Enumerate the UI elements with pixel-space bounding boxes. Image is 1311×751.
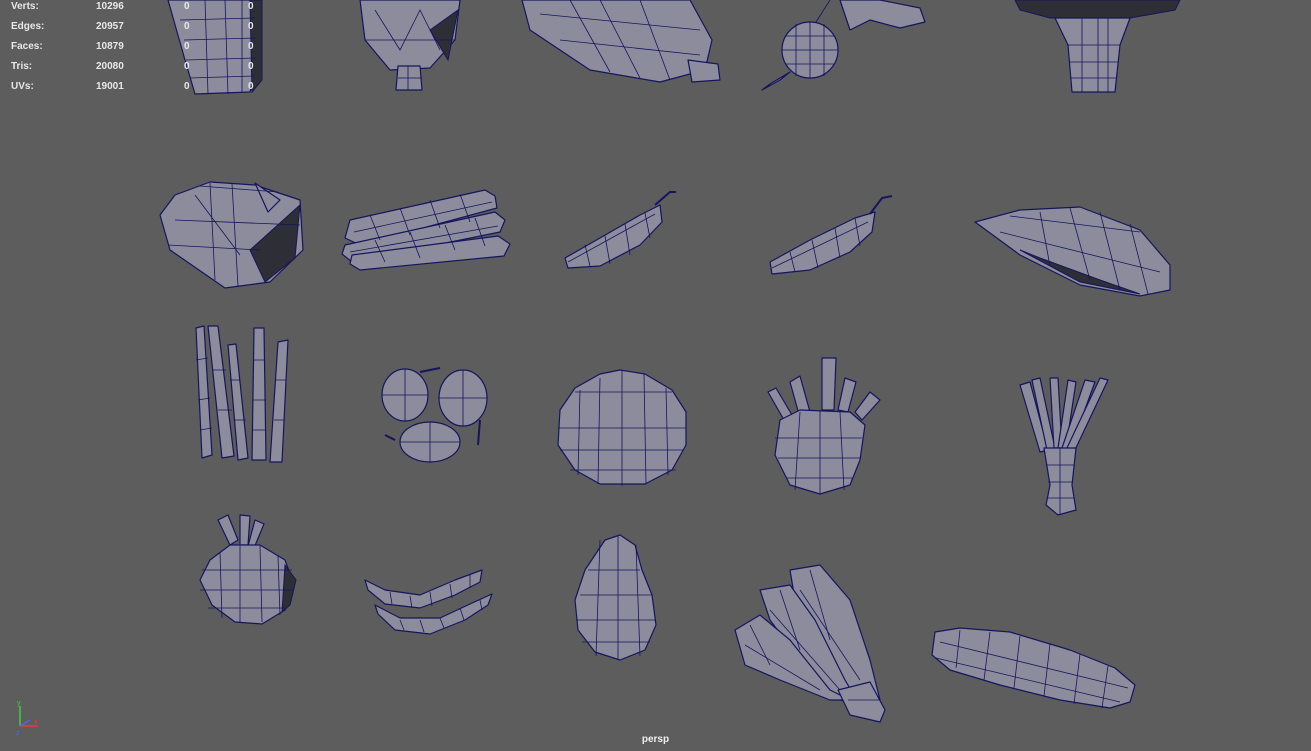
scene-models xyxy=(159,0,1181,723)
hud-label: Faces: xyxy=(11,41,43,52)
model-beet-top[interactable] xyxy=(761,0,926,91)
model-squash-top[interactable] xyxy=(521,0,721,83)
model-olives[interactable] xyxy=(381,367,488,463)
hud-value: 0 xyxy=(248,81,254,92)
hud-value: 10296 xyxy=(96,1,124,12)
model-beet[interactable] xyxy=(199,514,297,625)
model-artichoke-top[interactable] xyxy=(359,0,461,91)
hud-row-faces: Faces: 10879 0 0 xyxy=(0,40,270,60)
perspective-viewport[interactable]: Verts: 10296 0 0 Edges: 20957 0 0 Faces:… xyxy=(0,0,1311,751)
model-onion[interactable] xyxy=(557,369,687,486)
model-pear[interactable] xyxy=(574,534,657,661)
hud-value: 20957 xyxy=(96,21,124,32)
model-bok-choy[interactable] xyxy=(734,564,886,723)
hud-value: 0 xyxy=(184,21,190,32)
hud-label: Tris: xyxy=(11,61,33,72)
hud-label: Verts: xyxy=(11,1,39,12)
model-asparagus[interactable] xyxy=(195,325,289,463)
hud-value: 0 xyxy=(248,21,254,32)
hud-value: 0 xyxy=(248,1,254,12)
hud-value: 0 xyxy=(184,81,190,92)
hud-label: UVs: xyxy=(11,81,34,92)
model-spring-onion[interactable] xyxy=(1019,377,1109,516)
model-zucchini[interactable] xyxy=(931,627,1136,709)
hud-row-verts: Verts: 10296 0 0 xyxy=(0,0,270,20)
svg-text:y: y xyxy=(17,700,21,707)
axis-gizmo-icon: x y z xyxy=(8,700,48,737)
hud-value: 0 xyxy=(184,41,190,52)
hud-value: 10879 xyxy=(96,41,124,52)
hud-value: 19001 xyxy=(96,81,124,92)
model-green-beans[interactable] xyxy=(364,569,493,635)
model-chili-1[interactable] xyxy=(564,191,676,269)
hud-row-tris: Tris: 20080 0 0 xyxy=(0,60,270,80)
hud-row-uvs: UVs: 19001 0 0 xyxy=(0,80,270,100)
hud-label: Edges: xyxy=(11,21,45,32)
model-cabbage[interactable] xyxy=(159,181,304,289)
camera-name-label: persp xyxy=(641,734,670,745)
svg-text:x: x xyxy=(34,719,38,726)
hud-value: 0 xyxy=(184,1,190,12)
hud-value: 0 xyxy=(184,61,190,72)
model-cucumbers[interactable] xyxy=(341,189,511,271)
hud-value: 20080 xyxy=(96,61,124,72)
hud-value: 0 xyxy=(248,61,254,72)
hud-value: 0 xyxy=(248,41,254,52)
model-chili-2[interactable] xyxy=(769,195,893,275)
hud-row-edges: Edges: 20957 0 0 xyxy=(0,20,270,40)
poly-count-hud: Verts: 10296 0 0 Edges: 20957 0 0 Faces:… xyxy=(0,0,270,100)
model-sweet-potato[interactable] xyxy=(974,206,1171,297)
model-fennel[interactable] xyxy=(767,357,881,495)
model-broccoli-top[interactable] xyxy=(1014,0,1181,93)
